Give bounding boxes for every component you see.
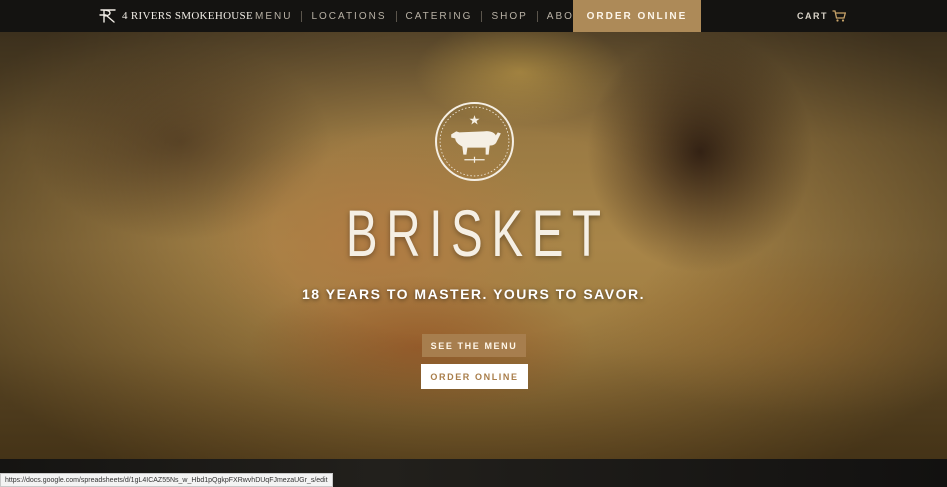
see-the-menu-button[interactable]: SEE THE MENU <box>422 334 526 357</box>
hero-title: BRISKET <box>345 196 610 270</box>
nav-link-menu[interactable]: MENU <box>246 11 301 22</box>
four-rivers-monogram-icon <box>99 9 116 23</box>
cart-label: CART <box>797 11 828 21</box>
cart-link[interactable]: CART <box>797 0 846 32</box>
steer-badge-icon <box>435 102 514 181</box>
hero-banner: BRISKET 18 YEARS TO MASTER. YOURS TO SAV… <box>0 32 947 459</box>
brand-logo[interactable]: 4 RIVERS SMOKEHOUSE <box>99 0 253 32</box>
browser-status-url: https://docs.google.com/spreadsheets/d/1… <box>0 473 333 487</box>
main-menu: MENU LOCATIONS CATERING SHOP ABOUT <box>246 0 600 32</box>
shopping-cart-icon <box>832 10 846 22</box>
hero-subtitle: 18 YEARS TO MASTER. YOURS TO SAVOR. <box>302 286 645 302</box>
nav-link-shop[interactable]: SHOP <box>482 11 536 22</box>
top-navigation: 4 RIVERS SMOKEHOUSE MENU LOCATIONS CATER… <box>0 0 947 32</box>
nav-link-locations[interactable]: LOCATIONS <box>302 11 395 22</box>
order-online-nav-button[interactable]: ORDER ONLINE <box>573 0 701 32</box>
nav-link-catering[interactable]: CATERING <box>397 11 482 22</box>
order-online-hero-button[interactable]: ORDER ONLINE <box>421 364 528 389</box>
brand-name: 4 RIVERS SMOKEHOUSE <box>122 10 253 22</box>
